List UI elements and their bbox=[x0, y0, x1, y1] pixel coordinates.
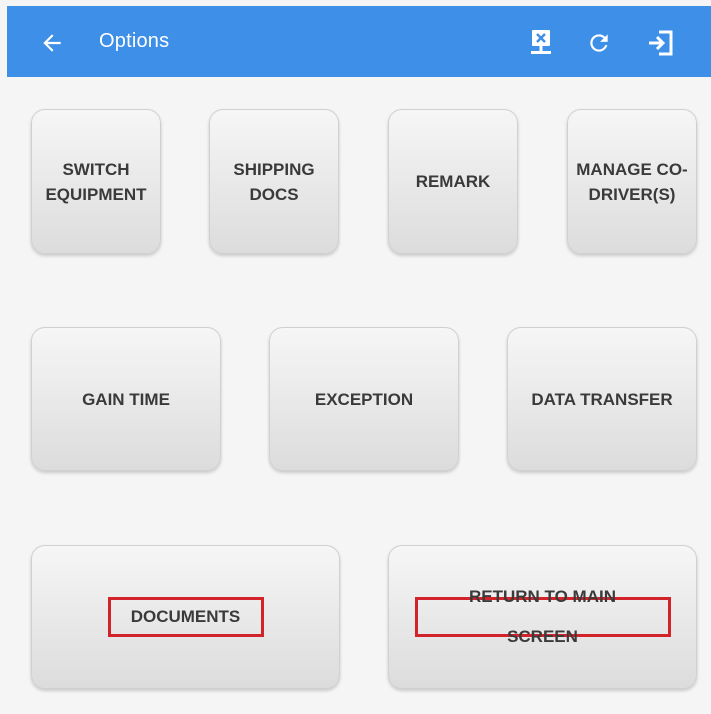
logout-button[interactable] bbox=[645, 27, 677, 59]
refresh-icon bbox=[590, 34, 608, 52]
gain-time-button[interactable]: GAIN TIME bbox=[31, 327, 221, 471]
shipping-docs-button[interactable]: SHIPPING DOCS bbox=[209, 109, 339, 254]
return-main-button[interactable]: RETURN TO MAIN SCREEN bbox=[388, 545, 697, 689]
manage-codrivers-button[interactable]: MANAGE CO-DRIVER(S) bbox=[567, 109, 697, 254]
page-title: Options bbox=[99, 30, 170, 52]
exception-button[interactable]: EXCEPTION bbox=[269, 327, 459, 471]
gain-time-label: GAIN TIME bbox=[82, 389, 170, 409]
shipping-docs-label: SHIPPING DOCS bbox=[233, 159, 315, 204]
documents-button[interactable]: DOCUMENTS bbox=[31, 545, 340, 689]
remark-label: REMARK bbox=[415, 172, 491, 191]
documents-label: DOCUMENTS bbox=[107, 597, 264, 637]
switch-equipment-label: SWITCH EQUIPMENT bbox=[45, 159, 147, 204]
data-transfer-button[interactable]: DATA TRANSFER bbox=[507, 327, 697, 471]
remark-button[interactable]: REMARK bbox=[388, 109, 518, 254]
return-main-label: RETURN TO MAIN SCREEN bbox=[414, 587, 671, 646]
exception-label: EXCEPTION bbox=[314, 389, 414, 409]
arrow-left-icon bbox=[43, 34, 61, 52]
switch-equipment-button[interactable]: SWITCH EQUIPMENT bbox=[31, 109, 161, 254]
app-bar: Options bbox=[7, 6, 711, 77]
disconnect-device-icon bbox=[531, 30, 551, 54]
refresh-button[interactable] bbox=[583, 27, 615, 59]
data-transfer-label: DATA TRANSFER bbox=[531, 389, 673, 409]
logout-icon bbox=[649, 30, 673, 56]
back-button[interactable] bbox=[35, 26, 69, 60]
disconnect-button[interactable] bbox=[525, 27, 557, 59]
manage-codrivers-label: MANAGE CO-DRIVER(S) bbox=[576, 159, 688, 204]
